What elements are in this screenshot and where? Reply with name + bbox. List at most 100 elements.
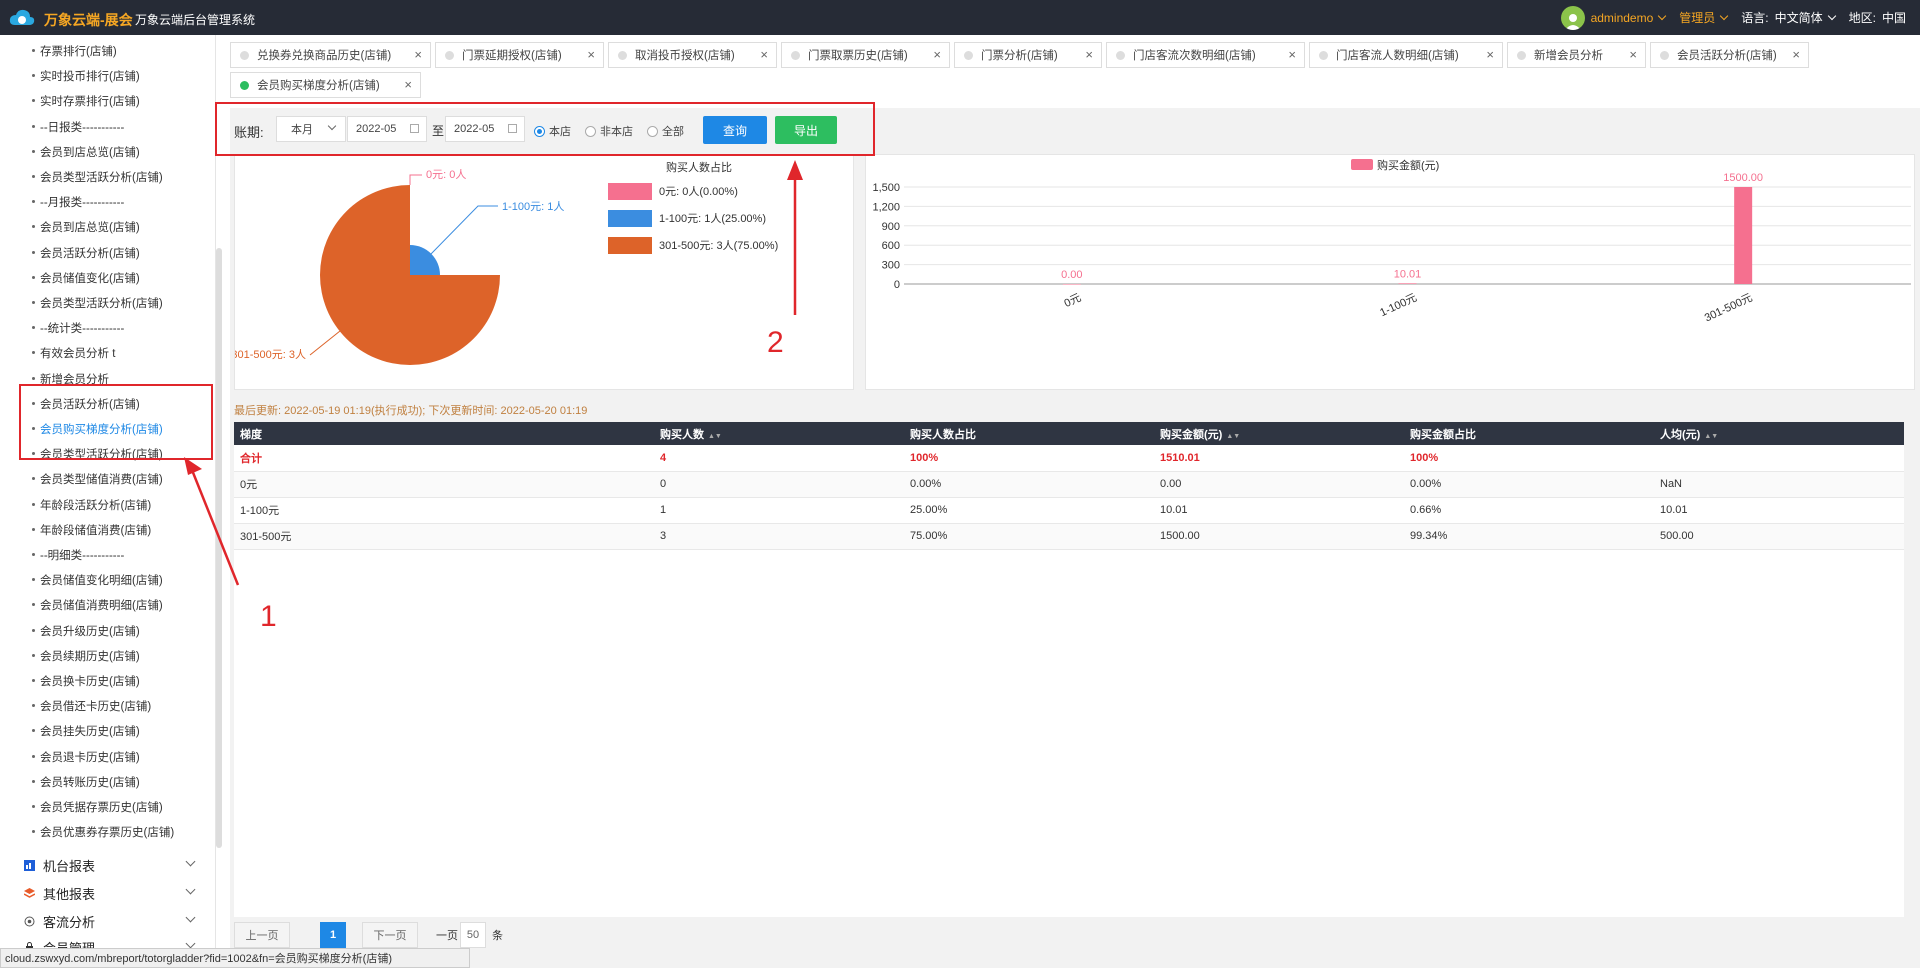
close-icon[interactable]: × [1792,47,1800,62]
sidebar-item[interactable]: 会员转账历史(店铺) [32,774,140,790]
sidebar-item[interactable]: 会员到店总览(店铺) [32,144,140,160]
sort-icon[interactable]: ▲▼ [708,433,722,440]
sidebar-item[interactable]: 年龄段活跃分析(店铺) [31,497,151,513]
column-header-label: 人均(元) [1660,428,1701,441]
sidebar-group-machine-reports[interactable]: 机台报表 [24,856,196,875]
sidebar-item[interactable]: 会员退卡历史(店铺) [32,749,140,765]
sort-icon[interactable]: ▲▼ [1226,433,1240,440]
sidebar-item[interactable]: 年龄段储值消费(店铺) [31,522,151,538]
chevron-down-icon [185,912,196,923]
tab[interactable]: 兑换券兑换商品历史(店铺) × [230,42,431,68]
table-cell: 0.00% [904,471,1154,498]
close-icon[interactable]: × [1486,47,1494,62]
close-icon[interactable]: × [1288,47,1296,62]
sidebar-group-other-reports[interactable]: 其他报表 [24,884,196,903]
tab[interactable]: 门店客流次数明细(店铺) × [1106,42,1305,68]
y-tick-label: 900 [882,221,900,233]
tab[interactable]: 门票取票历史(店铺) × [781,42,950,68]
close-icon[interactable]: × [760,47,768,62]
sidebar-item[interactable]: 会员到店总览(店铺) [32,219,140,235]
tab-status-dot [618,51,627,60]
sidebar-item[interactable]: 会员类型储值消费(店铺) [32,471,163,487]
sidebar-item[interactable]: 会员类型活跃分析(店铺) [32,295,163,311]
system-name: 万象云端后台管理系统 [135,13,256,27]
sidebar-item[interactable]: 实时存票排行(店铺) [32,93,140,109]
tab[interactable]: 门店客流人数明细(店铺) × [1309,42,1503,68]
update-status-line: 最后更新: 2022-05-19 01:19(执行成功); 下次更新时间: 20… [234,405,588,417]
sidebar-item[interactable]: --月报类----------- [31,194,124,210]
column-header-label: 梯度 [240,428,262,441]
language-menu[interactable]: 语言: 中文简体 [1741,9,1836,26]
sidebar-group-member-management[interactable]: 会员管理 [24,938,196,948]
close-icon[interactable]: × [1629,47,1637,62]
next-page-button[interactable]: 下一页 [362,922,418,948]
tab-label: 门店客流次数明细(店铺) [1133,50,1256,62]
table-row: 1-100元 1 25.00% 10.01 0.66% 10.01 [234,497,1904,524]
sidebar-item[interactable]: 会员挂失历史(店铺) [32,723,140,739]
column-header[interactable]: 人均(元) ▲▼ [1654,422,1904,445]
table-cell: 1510.01 [1154,445,1404,472]
column-header: 购买金额占比 [1404,422,1654,445]
sidebar-item[interactable]: 会员类型活跃分析(店铺) [32,169,163,185]
tab-status-dot [240,51,249,60]
tab-status-dot [964,51,973,60]
tab[interactable]: 取消投币授权(店铺) × [608,42,777,68]
sidebar-item[interactable]: 会员活跃分析(店铺) [32,245,140,261]
y-tick-label: 300 [882,260,900,272]
close-icon[interactable]: × [414,47,422,62]
close-icon[interactable]: × [933,47,941,62]
table-cell: 1500.00 [1154,523,1404,550]
legend-swatch[interactable] [608,210,652,227]
sidebar-item[interactable]: 会员借还卡历史(店铺) [31,698,151,714]
sidebar-item[interactable]: 会员储值消费明细(店铺) [32,597,163,613]
sidebar-item[interactable]: 会员换卡历史(店铺) [32,673,140,689]
sidebar-item[interactable]: 会员储值变化(店铺) [32,270,140,286]
close-icon[interactable]: × [587,47,595,62]
sidebar-item[interactable]: 实时投币排行(店铺) [32,68,140,84]
tab[interactable]: 会员购买梯度分析(店铺) × [230,72,421,98]
close-icon[interactable]: × [404,77,412,92]
sidebar-item[interactable]: 会员续期历史(店铺) [32,648,140,664]
table-row: 0元 0 0.00% 0.00 0.00% NaN [234,471,1904,498]
column-header-label: 购买人数占比 [910,428,976,441]
table-cell: NaN [1654,471,1904,498]
legend-swatch[interactable] [608,183,652,200]
legend-swatch[interactable] [608,237,652,254]
tab[interactable]: 会员活跃分析(店铺) × [1650,42,1809,68]
legend-swatch[interactable] [1351,159,1373,170]
browser-status-bar: cloud.zswxyd.com/mbreport/totorgladder?f… [0,948,470,968]
pie-slice[interactable] [320,185,500,365]
bar[interactable] [1398,283,1417,284]
sidebar-item[interactable]: 会员优惠券存票历史(店铺) [31,824,174,840]
tab[interactable]: 门票分析(店铺) × [954,42,1102,68]
sidebar-item[interactable]: 会员升级历史(店铺) [32,623,140,639]
column-header[interactable]: 购买人数 ▲▼ [654,422,904,445]
sidebar-item[interactable]: 存票排行(店铺) [32,43,117,59]
sidebar-item[interactable]: 有效会员分析 t [31,345,115,361]
tab-status-dot [1517,51,1526,60]
close-icon[interactable]: × [1085,47,1093,62]
table-cell: 0元 [234,471,654,498]
bar[interactable] [1062,284,1081,285]
sidebar-group-traffic-analysis[interactable]: 客流分析 [24,912,196,931]
sidebar-item[interactable]: 会员凭据存票历史(店铺) [32,799,163,815]
pie-leader-line [409,174,422,185]
sidebar-item[interactable]: --统计类----------- [31,320,124,336]
user-menu[interactable]: admindemo [1560,5,1667,30]
sort-icon[interactable]: ▲▼ [1704,433,1718,440]
tab-label: 会员购买梯度分析(店铺) [257,80,380,92]
page-number-button[interactable]: 1 [320,922,346,948]
table-cell: 0.00% [1404,471,1654,498]
prev-page-button[interactable]: 上一页 [234,922,290,948]
per-page-input[interactable]: 50 [460,922,486,948]
bar[interactable] [1734,187,1753,284]
sidebar-item[interactable]: --日报类----------- [31,119,124,135]
sidebar-item[interactable]: --明细类----------- [31,547,124,563]
column-header[interactable]: 购买金额(元) ▲▼ [1154,422,1404,445]
tab[interactable]: 门票延期授权(店铺) × [435,42,604,68]
tab[interactable]: 新增会员分析 × [1507,42,1646,68]
tab-status-dot [791,51,800,60]
role-menu[interactable]: 管理员 [1679,9,1729,26]
region-menu[interactable]: 地区: 中国 [1849,9,1906,26]
sidebar-item[interactable]: 会员储值变化明细(店铺) [32,572,163,588]
